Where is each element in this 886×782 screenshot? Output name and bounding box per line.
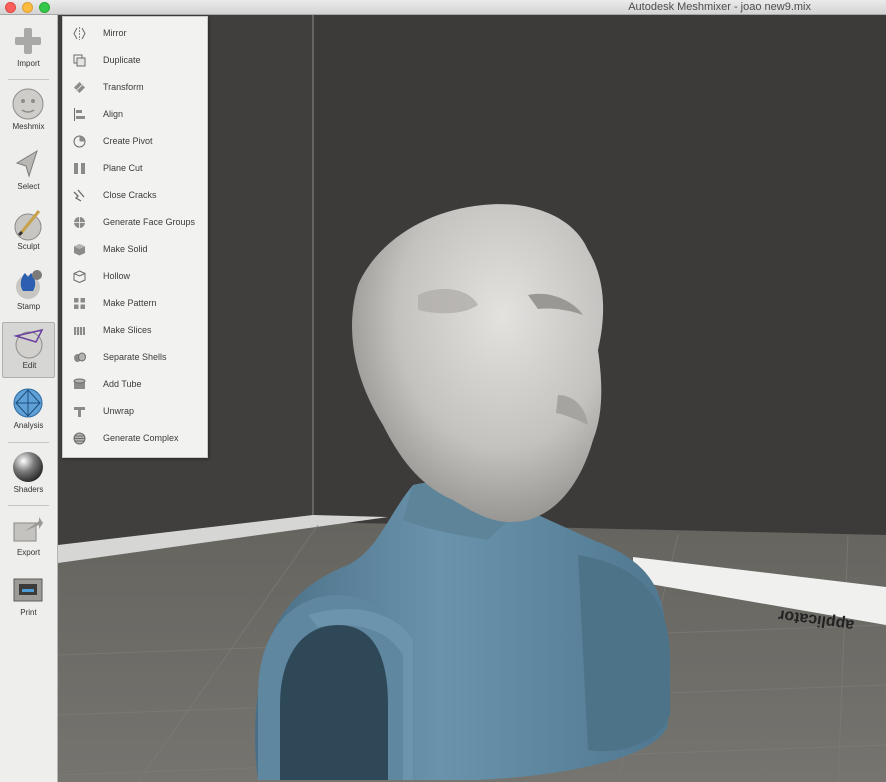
complex-icon	[73, 432, 86, 445]
close-window-button[interactable]	[5, 2, 16, 13]
zoom-window-button[interactable]	[39, 2, 50, 13]
edit-tool-button[interactable]: Edit	[2, 322, 55, 378]
menu-item-label: Generate Face Groups	[103, 217, 196, 227]
mirror-icon	[73, 27, 86, 40]
menu-item-label: Mirror	[103, 28, 127, 38]
tool-label-meshmix: Meshmix	[12, 122, 45, 131]
brush-icon	[11, 207, 45, 241]
menu-item-transform[interactable]: Transform	[63, 74, 207, 101]
tool-label-sculpt: Sculpt	[17, 242, 40, 251]
menu-item-label: Plane Cut	[103, 163, 143, 173]
tool-label-stamp: Stamp	[16, 302, 41, 311]
menu-item-mirror[interactable]: Mirror	[63, 20, 207, 47]
menu-item-label: Make Solid	[103, 244, 148, 254]
tool-label-edit: Edit	[22, 361, 37, 370]
face-sphere-icon	[11, 87, 45, 121]
printer-icon	[11, 573, 45, 607]
main-toolbar: Import Meshmix Select Sculpt Stamp Edit	[0, 15, 58, 782]
analysis-mesh-icon	[11, 386, 45, 420]
chrome-sphere-icon	[11, 450, 45, 484]
menu-item-label: Separate Shells	[103, 352, 167, 362]
menu-item-duplicate[interactable]: Duplicate	[63, 47, 207, 74]
menu-item-label: Transform	[103, 82, 144, 92]
tool-label-export: Export	[16, 548, 41, 557]
menu-item-unwrap[interactable]: Unwrap	[63, 398, 207, 425]
print-tool-button[interactable]: Print	[2, 570, 55, 626]
tool-label-analysis: Analysis	[13, 421, 44, 430]
menu-item-generate-complex[interactable]: Generate Complex	[63, 425, 207, 452]
menu-item-add-tube[interactable]: Add Tube	[63, 371, 207, 398]
import-tool-button[interactable]: Import	[2, 21, 55, 77]
select-tool-button[interactable]: Select	[2, 144, 55, 200]
pattern-icon	[73, 297, 86, 310]
menu-item-label: Unwrap	[103, 406, 135, 416]
fleur-stamp-icon	[11, 267, 45, 301]
hollow-icon	[73, 270, 86, 284]
menu-item-plane-cut[interactable]: Plane Cut	[63, 155, 207, 182]
menu-item-close-cracks[interactable]: Close Cracks	[63, 182, 207, 209]
menu-item-align[interactable]: Align	[63, 101, 207, 128]
title-bar: Autodesk Meshmixer - joao new9.mix	[0, 0, 886, 15]
toolbar-divider	[8, 505, 49, 506]
menu-item-label: Close Cracks	[103, 190, 157, 200]
transform-icon	[73, 81, 86, 94]
minimize-window-button[interactable]	[22, 2, 33, 13]
tube-icon	[73, 378, 86, 391]
align-icon	[73, 108, 86, 121]
menu-item-generate-face-groups[interactable]: Generate Face Groups	[63, 209, 207, 236]
menu-item-make-solid[interactable]: Make Solid	[63, 236, 207, 263]
tool-label-select: Select	[17, 182, 40, 191]
edit-mesh-icon	[12, 326, 46, 360]
export-tool-button[interactable]: Export	[2, 510, 55, 566]
plus-icon	[11, 24, 45, 58]
face-groups-icon	[73, 216, 86, 229]
plane-cut-icon	[73, 162, 86, 175]
menu-item-label: Generate Complex	[103, 433, 179, 443]
make-solid-icon	[73, 243, 86, 256]
menu-item-make-slices[interactable]: Make Slices	[63, 317, 207, 344]
menu-item-create-pivot[interactable]: Create Pivot	[63, 128, 207, 155]
slices-icon	[73, 324, 86, 337]
tool-label-print: Print	[20, 608, 37, 617]
separate-shells-icon	[73, 351, 86, 364]
tool-label-shaders: Shaders	[13, 485, 44, 494]
menu-item-label: Create Pivot	[103, 136, 153, 146]
menu-item-hollow[interactable]: Hollow	[63, 263, 207, 290]
toolbar-divider	[8, 79, 49, 80]
export-icon	[11, 513, 45, 547]
stamp-tool-button[interactable]: Stamp	[2, 264, 55, 320]
pivot-icon	[73, 135, 86, 148]
menu-item-separate-shells[interactable]: Separate Shells	[63, 344, 207, 371]
arrow-cursor-icon	[11, 147, 45, 181]
toolbar-divider	[8, 442, 49, 443]
meshmix-tool-button[interactable]: Meshmix	[2, 84, 55, 140]
menu-item-label: Hollow	[103, 271, 131, 281]
menu-item-label: Add Tube	[103, 379, 142, 389]
analysis-tool-button[interactable]: Analysis	[2, 383, 55, 439]
tool-label-import: Import	[17, 59, 40, 68]
close-cracks-icon	[73, 189, 86, 202]
window-title: Autodesk Meshmixer - joao new9.mix	[628, 1, 811, 13]
menu-item-label: Make Slices	[103, 325, 152, 335]
shaders-tool-button[interactable]: Shaders	[2, 447, 55, 503]
menu-item-label: Make Pattern	[103, 298, 157, 308]
edit-menu-panel: Mirror Duplicate Transform Align Create …	[62, 16, 208, 458]
duplicate-icon	[73, 54, 86, 67]
unwrap-icon	[73, 405, 86, 418]
menu-item-make-pattern[interactable]: Make Pattern	[63, 290, 207, 317]
menu-item-label: Duplicate	[103, 55, 141, 65]
menu-item-label: Align	[103, 109, 124, 119]
sculpt-tool-button[interactable]: Sculpt	[2, 204, 55, 260]
